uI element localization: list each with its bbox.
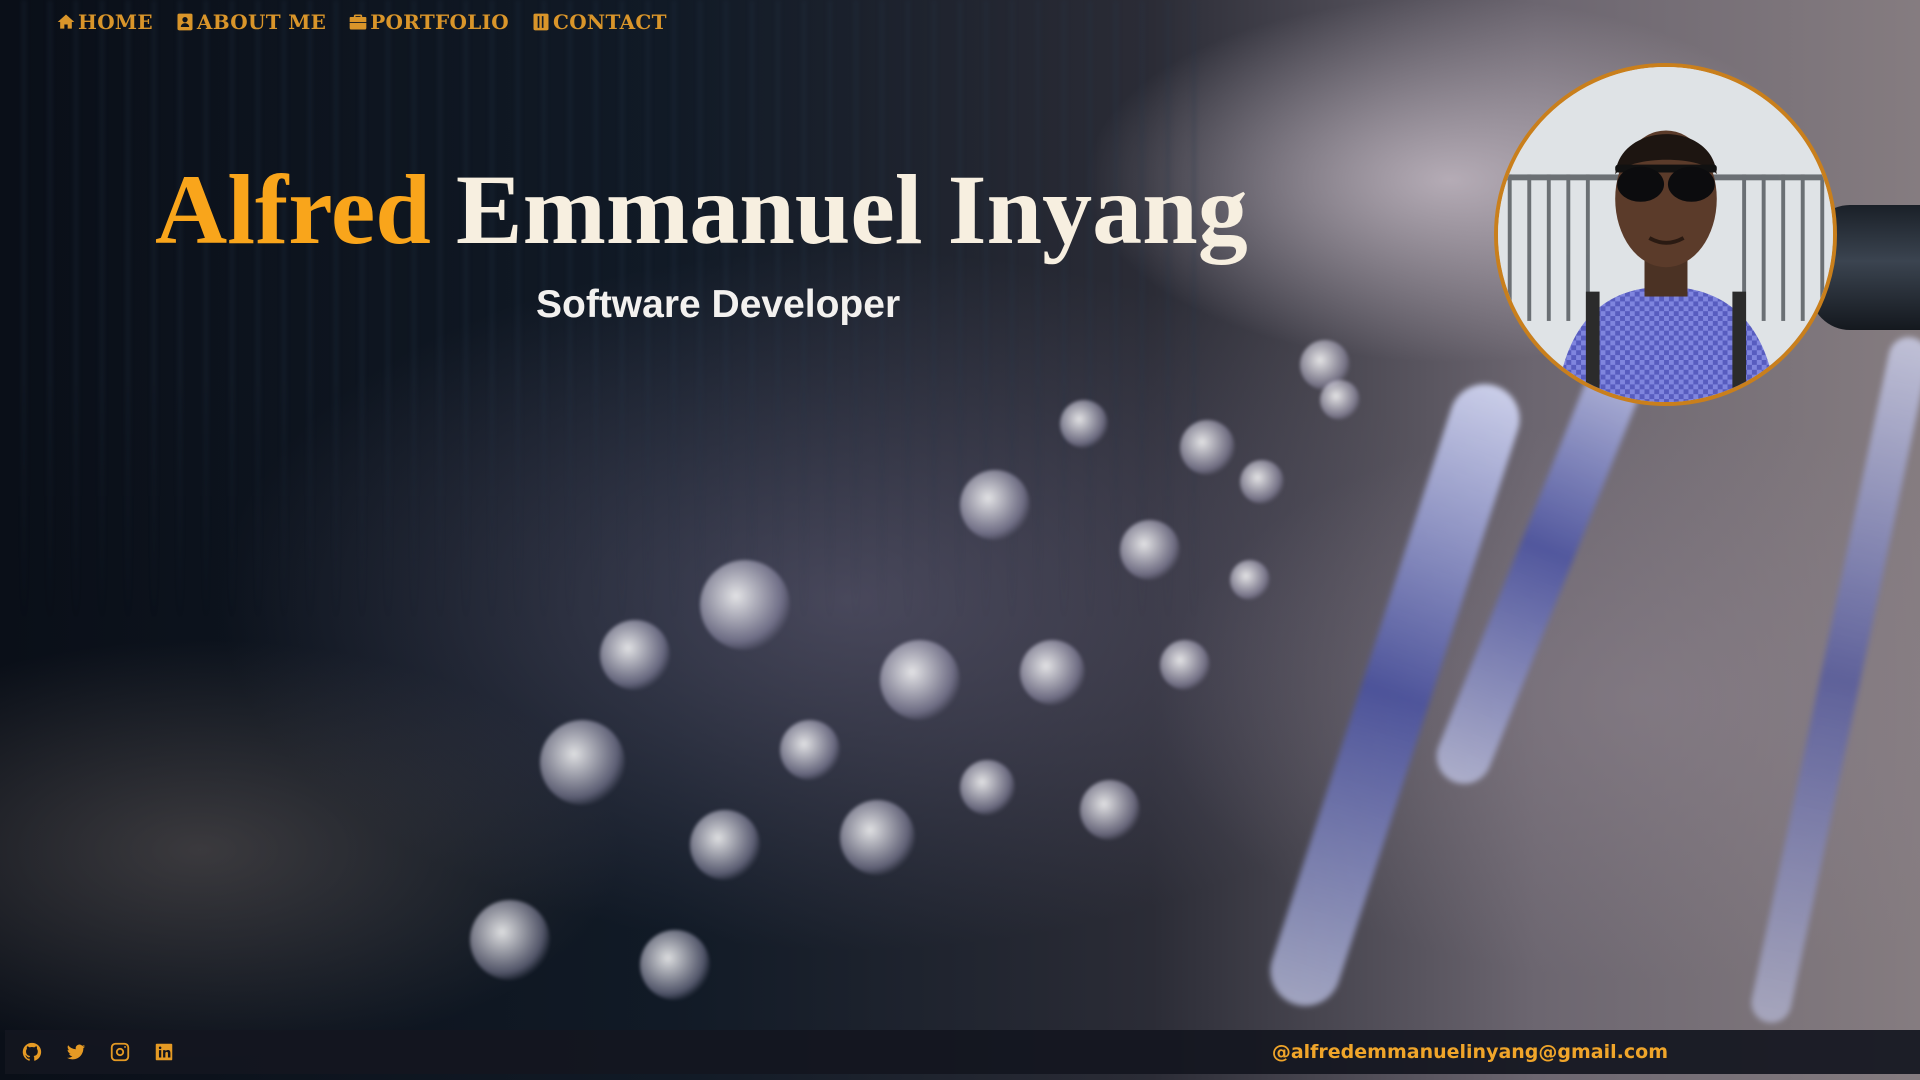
contact-book-icon	[531, 12, 551, 32]
instagram-link[interactable]	[109, 1041, 131, 1063]
user-icon	[175, 12, 195, 32]
github-link[interactable]	[21, 1041, 43, 1063]
hero-rest-name: Emmanuel Inyang	[455, 154, 1248, 265]
twitter-icon	[65, 1041, 87, 1063]
main-nav: HOME ABOUT ME PORTFOLIO CONTACT	[56, 10, 667, 34]
hero-name: Alfred Emmanuel Inyang	[155, 160, 1248, 260]
profile-photo-illustration	[1498, 67, 1833, 402]
linkedin-link[interactable]	[153, 1041, 175, 1063]
instagram-icon	[109, 1041, 131, 1063]
nav-contact-link[interactable]: CONTACT	[531, 10, 667, 34]
briefcase-icon	[348, 12, 368, 32]
hero-first-name: Alfred	[155, 154, 431, 265]
linkedin-icon	[153, 1041, 175, 1063]
home-icon	[56, 12, 76, 32]
nav-about-label: ABOUT ME	[196, 10, 327, 34]
nav-portfolio-link[interactable]: PORTFOLIO	[348, 10, 509, 34]
nav-portfolio-label: PORTFOLIO	[370, 10, 509, 34]
nav-home-label: HOME	[78, 10, 153, 34]
github-icon	[21, 1041, 43, 1063]
twitter-link[interactable]	[65, 1041, 87, 1063]
email-link[interactable]: @alfredemmanuelinyang@gmail.com	[1272, 1041, 1668, 1063]
footer-bar: @alfredemmanuelinyang@gmail.com	[5, 1030, 1920, 1074]
hero-subtitle: Software Developer	[536, 283, 901, 326]
profile-photo	[1494, 63, 1837, 406]
social-links	[21, 1041, 175, 1063]
nav-about-link[interactable]: ABOUT ME	[175, 10, 326, 34]
nav-home-link[interactable]: HOME	[56, 10, 153, 34]
nav-contact-label: CONTACT	[552, 10, 667, 34]
